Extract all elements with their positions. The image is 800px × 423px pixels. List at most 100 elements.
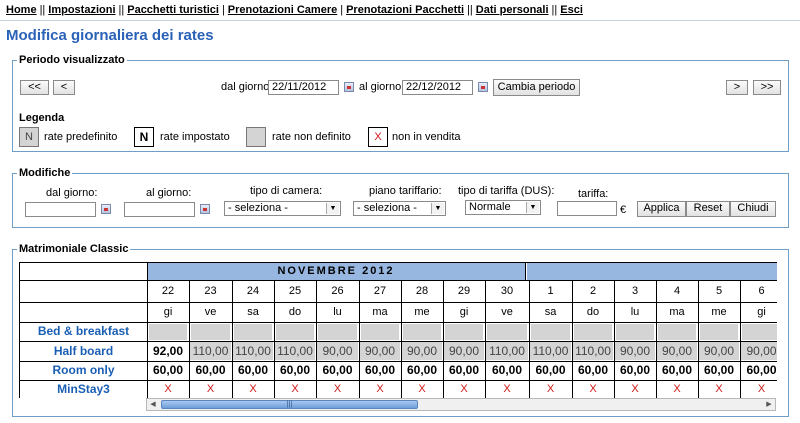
not-for-sale-cell[interactable]: X — [402, 381, 442, 398]
not-for-sale-cell[interactable]: X — [699, 381, 739, 398]
rate-cell-undefined[interactable] — [574, 324, 612, 340]
rate-cell-set[interactable]: 60,00 — [486, 362, 528, 379]
rate-cell-set[interactable]: 60,00 — [190, 362, 231, 379]
tariff-type-select[interactable]: Normale ▼ — [465, 200, 541, 215]
not-for-sale-cell[interactable]: X — [657, 381, 697, 398]
rate-cell-undefined[interactable] — [149, 324, 187, 340]
grid-line — [614, 280, 615, 398]
rate-cell-set[interactable]: 60,00 — [615, 362, 655, 379]
rate-cell-default[interactable]: 90,00 — [402, 342, 442, 360]
rate-cell-default[interactable]: 90,00 — [615, 342, 655, 360]
prev-far-button[interactable]: << — [20, 80, 49, 95]
rate-cell-undefined[interactable] — [445, 324, 483, 340]
rate-cell-set[interactable]: 60,00 — [275, 362, 315, 379]
rate-cell-set[interactable]: 60,00 — [741, 362, 777, 379]
scroll-right-arrow-icon[interactable]: ▶ — [763, 399, 775, 410]
rate-cell-undefined[interactable] — [531, 324, 570, 340]
not-for-sale-cell[interactable]: X — [530, 381, 571, 398]
day-of-week: do — [586, 306, 600, 318]
rate-cell-default[interactable]: 90,00 — [741, 342, 777, 360]
next-button[interactable]: > — [726, 80, 748, 95]
page-title: Modifica giornaliera dei rates — [6, 27, 214, 44]
edit-to-input[interactable] — [124, 202, 195, 217]
period-from-calendar-icon[interactable] — [344, 82, 354, 92]
room-type-select[interactable]: - seleziona - ▼ — [224, 201, 341, 216]
nav-link-5[interactable]: Dati personali — [476, 4, 549, 16]
next-far-button[interactable]: >> — [753, 80, 781, 95]
apply-button[interactable]: Applica — [637, 201, 686, 217]
rate-cell-undefined[interactable] — [361, 324, 399, 340]
reset-button[interactable]: Reset — [686, 201, 730, 217]
grid-line — [147, 263, 148, 398]
rate-cell-default[interactable]: 110,00 — [233, 342, 273, 360]
rate-cell-set[interactable]: 60,00 — [699, 362, 739, 379]
nav-link-4[interactable]: Prenotazioni Pacchetti — [346, 4, 464, 16]
period-to-input[interactable]: 22/12/2012 — [402, 80, 473, 95]
rate-cell-default[interactable]: 90,00 — [444, 342, 484, 360]
nav-link-6[interactable]: Esci — [560, 4, 583, 16]
rate-cell-default[interactable]: 110,00 — [275, 342, 315, 360]
close-button[interactable]: Chiudi — [730, 201, 776, 217]
not-for-sale-cell[interactable]: X — [233, 381, 273, 398]
not-for-sale-cell[interactable]: X — [444, 381, 484, 398]
edit-to-calendar-icon[interactable] — [200, 204, 210, 214]
scrollbar-thumb[interactable]: ||| — [161, 400, 418, 409]
rate-cell-undefined[interactable] — [403, 324, 441, 340]
rate-cell-set[interactable]: 60,00 — [402, 362, 442, 379]
rate-cell-undefined[interactable] — [234, 324, 272, 340]
not-for-sale-cell[interactable]: X — [741, 381, 777, 398]
rate-cell-default[interactable]: 90,00 — [699, 342, 739, 360]
tariff-plan-select[interactable]: - seleziona - ▼ — [353, 201, 446, 216]
day-number: 28 — [415, 285, 429, 297]
rate-cell-set[interactable]: 60,00 — [530, 362, 571, 379]
prev-button[interactable]: < — [53, 80, 75, 95]
rate-cell-set[interactable]: 60,00 — [444, 362, 484, 379]
rate-cell-set[interactable]: 60,00 — [360, 362, 400, 379]
not-for-sale-cell[interactable]: X — [615, 381, 655, 398]
rate-cell-undefined[interactable] — [658, 324, 696, 340]
nav-link-0[interactable]: Home — [6, 4, 37, 16]
rate-cell-set[interactable]: 60,00 — [573, 362, 613, 379]
rate-cell-undefined[interactable] — [318, 324, 357, 340]
day-number: 1 — [547, 285, 554, 297]
rate-cell-undefined[interactable] — [191, 324, 230, 340]
not-for-sale-cell[interactable]: X — [360, 381, 400, 398]
not-for-sale-cell[interactable]: X — [190, 381, 231, 398]
not-for-sale-cell[interactable]: X — [486, 381, 528, 398]
nav-link-3[interactable]: Prenotazioni Camere — [228, 4, 337, 16]
rate-cell-set[interactable]: 60,00 — [148, 362, 188, 379]
rate-input[interactable] — [557, 201, 617, 216]
rate-cell-undefined[interactable] — [742, 324, 777, 340]
scroll-left-arrow-icon[interactable]: ◀ — [147, 399, 159, 410]
rate-cell-default[interactable]: 110,00 — [486, 342, 528, 360]
grid-line — [20, 341, 777, 342]
rate-cell-undefined[interactable] — [487, 324, 527, 340]
rate-cell-set[interactable]: 60,00 — [657, 362, 697, 379]
nav-separator: | — [221, 4, 225, 16]
rate-cell-undefined[interactable] — [616, 324, 654, 340]
rate-cell-undefined[interactable] — [276, 324, 314, 340]
rate-cell-default[interactable]: 90,00 — [360, 342, 400, 360]
horizontal-scrollbar[interactable]: ◀ ||| ▶ — [146, 398, 776, 411]
rate-cell-default[interactable]: 90,00 — [317, 342, 358, 360]
period-from-input[interactable]: 22/11/2012 — [268, 80, 339, 95]
rate-cell-default[interactable]: 110,00 — [190, 342, 231, 360]
rate-cell-default[interactable]: 110,00 — [530, 342, 571, 360]
rate-cell-set[interactable]: 60,00 — [233, 362, 273, 379]
rate-cell-default[interactable]: 110,00 — [573, 342, 613, 360]
not-for-sale-cell[interactable]: X — [148, 381, 188, 398]
grid-line — [401, 280, 402, 398]
rate-cell-undefined[interactable] — [700, 324, 738, 340]
rate-cell-default[interactable]: 90,00 — [657, 342, 697, 360]
rate-cell-set[interactable]: 92,00 — [148, 342, 188, 360]
change-period-button[interactable]: Cambia periodo — [493, 79, 580, 96]
nav-link-1[interactable]: Impostazioni — [48, 4, 115, 16]
rate-cell-set[interactable]: 60,00 — [317, 362, 358, 379]
not-for-sale-cell[interactable]: X — [573, 381, 613, 398]
edit-from-calendar-icon[interactable] — [101, 204, 111, 214]
not-for-sale-cell[interactable]: X — [275, 381, 315, 398]
nav-link-2[interactable]: Pacchetti turistici — [127, 4, 219, 16]
period-to-calendar-icon[interactable] — [478, 82, 488, 92]
not-for-sale-cell[interactable]: X — [317, 381, 358, 398]
edit-from-input[interactable] — [25, 202, 96, 217]
